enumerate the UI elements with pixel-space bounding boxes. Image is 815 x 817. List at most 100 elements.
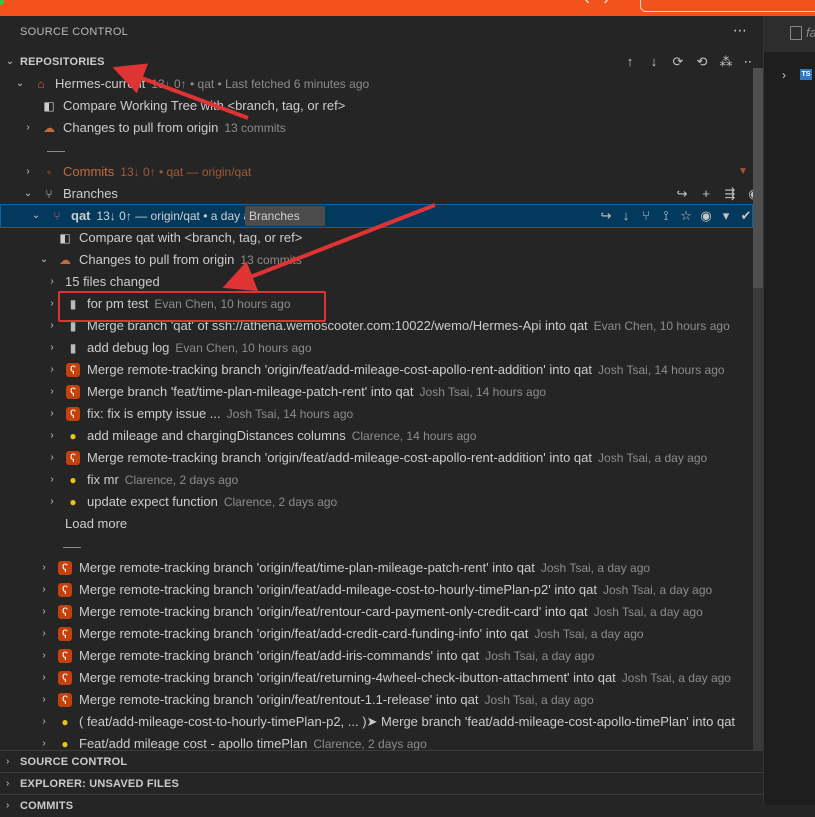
- section-label: SOURCE CONTROL: [20, 756, 128, 768]
- scrollbar[interactable]: [753, 68, 763, 768]
- chevron-down-icon: ⌄: [15, 78, 25, 89]
- commit-meta: Clarence, 2 days ago: [223, 495, 338, 509]
- switch-icon[interactable]: ↪: [598, 205, 614, 227]
- window-control-dot[interactable]: [0, 0, 4, 5]
- check-icon[interactable]: ✔: [738, 205, 752, 227]
- commit-row[interactable]: › ʕ Merge remote-tracking branch 'origin/f…: [0, 601, 753, 623]
- compare-working-tree[interactable]: ◧ Compare Working Tree with <branch, tag…: [0, 95, 753, 117]
- commit-row[interactable]: › ʕ Merge remote-tracking branch 'origin/f…: [0, 645, 753, 667]
- repo-icon: ⌂: [37, 77, 45, 91]
- user-avatar-icon: ʕ: [58, 605, 72, 619]
- chevron-right-icon: ›: [50, 386, 54, 397]
- user-avatar-icon: ʕ: [58, 627, 72, 641]
- pull-icon[interactable]: ↓: [646, 51, 662, 73]
- changes-label: Changes to pull from origin: [63, 120, 219, 135]
- commit-row[interactable]: › ʕ Merge remote-tracking branch 'origin/f…: [0, 579, 753, 601]
- branches-row[interactable]: ⌄ ⑂ Branches ↪ + ⇶ ◉: [0, 183, 753, 205]
- more-icon[interactable]: ⋯: [742, 51, 754, 73]
- globe-icon[interactable]: ◉: [746, 183, 753, 205]
- commit-row[interactable]: › ● fix mr Clarence, 2 days ago: [0, 469, 753, 491]
- commit-meta: Evan Chen, 10 hours ago: [175, 341, 312, 355]
- commit-meta: Josh Tsai, 14 hours ago: [226, 407, 354, 421]
- repo-row[interactable]: ⌄ ⌂ Hermes-current 13↓ 0↑ • qat • Last fe…: [0, 73, 753, 95]
- compare-label: Compare Working Tree with <branch, tag, …: [63, 98, 346, 113]
- nav-arrows[interactable]: ‹›: [585, 0, 622, 7]
- changes-meta: 13 commits: [224, 121, 286, 135]
- star-icon[interactable]: ☆: [678, 205, 694, 227]
- fetch-icon[interactable]: ↓: [618, 205, 634, 227]
- commit-meta: Clarence, 14 hours ago: [351, 429, 477, 443]
- commit-row[interactable]: › ʕ Merge remote-tracking branch 'origin/f…: [0, 667, 753, 689]
- branches-label: Branches: [63, 186, 118, 201]
- chevron-right-icon: ›: [42, 716, 46, 727]
- cloud-download-icon: ☁: [59, 253, 71, 267]
- view-as-tree-icon[interactable]: ⇶: [722, 183, 738, 205]
- tab-label: fa: [806, 25, 815, 40]
- branch-icon: ⑂: [45, 187, 53, 201]
- switch-branch-icon[interactable]: ↪: [674, 183, 690, 205]
- refresh-icon[interactable]: ⟲: [694, 51, 710, 73]
- chevron-right-icon: ›: [50, 298, 54, 309]
- commit-row[interactable]: › ● add mileage and chargingDistances colu…: [0, 425, 753, 447]
- annotation-highlight-box: [58, 291, 326, 322]
- user-avatar-icon: ●: [69, 429, 77, 443]
- repo-meta: 13↓ 0↑ • qat • Last fetched 6 minutes ag…: [151, 77, 370, 91]
- add-branch-icon[interactable]: +: [698, 183, 714, 205]
- more-actions-icon[interactable]: ⋯: [733, 22, 747, 39]
- section-label: COMMITS: [20, 800, 74, 812]
- changes-label: Changes to pull from origin: [79, 252, 235, 267]
- chevron-right-icon[interactable]: ›: [782, 68, 786, 82]
- commit-row[interactable]: › ʕ Merge remote-tracking branch 'origin/f…: [0, 359, 753, 381]
- commit-meta: Josh Tsai, 14 hours ago: [419, 385, 547, 399]
- chevron-right-icon: ›: [50, 474, 54, 485]
- push-icon[interactable]: ↑: [622, 51, 638, 73]
- commit-message: Merge remote-tracking branch 'origin/fea…: [79, 692, 479, 707]
- commit-message: Feat/add mileage cost - apollo timePlan: [79, 736, 308, 751]
- commit-row[interactable]: › ● ( feat/add-mileage-cost-to-hourly-time…: [0, 711, 753, 733]
- chevron-right-icon: ›: [42, 628, 46, 639]
- commit-message: Merge remote-tracking branch 'origin/fea…: [87, 362, 593, 377]
- commit-row[interactable]: › ʕ Merge remote-tracking branch 'origin/f…: [0, 557, 753, 579]
- commit-meta: Josh Tsai, a day ago: [621, 671, 731, 685]
- compare-icon: ◧: [59, 231, 71, 245]
- files-changed-row[interactable]: › 15 files changed: [0, 271, 753, 293]
- changes-to-pull[interactable]: › ☁ Changes to pull from origin 13 commit…: [0, 117, 753, 139]
- commit-message: ( feat/add-mileage-cost-to-hourly-timePl…: [79, 714, 736, 729]
- branch-qat-row[interactable]: ⌄ ⑂ qat 13↓ 0↑ — origin/qat • a day ago ↪…: [0, 204, 753, 228]
- globe-icon[interactable]: ◉: [698, 205, 714, 227]
- compare-icon: ◧: [43, 99, 55, 113]
- changes-meta: 13 commits: [240, 253, 302, 267]
- commit-row[interactable]: › ▮ add debug log Evan Chen, 10 hours ago: [0, 337, 753, 359]
- commits-row[interactable]: › ◦ Commits 13↓ 0↑ • qat — origin/qat ▼: [0, 161, 753, 183]
- commit-meta: Josh Tsai, a day ago: [602, 583, 713, 597]
- editor-tab[interactable]: fa: [764, 16, 815, 52]
- commit-row[interactable]: › ʕ Merge remote-tracking branch 'origin/f…: [0, 689, 753, 711]
- commit-meta: Josh Tsai, a day ago: [593, 605, 703, 619]
- chevron-right-icon: ›: [42, 562, 46, 573]
- collapse-all-icon[interactable]: ⁂: [718, 51, 734, 73]
- load-more[interactable]: Load more: [0, 513, 753, 535]
- merge-icon[interactable]: ⑂: [638, 205, 654, 227]
- chevron-down-icon: ⌄: [31, 210, 41, 221]
- commit-row[interactable]: › ʕ fix: fix is empty issue ... Josh Tsai, …: [0, 403, 753, 425]
- command-center-search[interactable]: [640, 0, 815, 12]
- repositories-header[interactable]: ⌄ REPOSITORIES ↑ ↓ ⟳ ⟲ ⁂ ⋯: [0, 51, 753, 73]
- qat-changes-to-pull[interactable]: ⌄ ☁ Changes to pull from origin 13 commit…: [0, 249, 753, 271]
- explorer-unsaved-section[interactable]: › EXPLORER: UNSAVED FILES: [0, 772, 763, 795]
- title-bar: ‹›: [0, 0, 815, 16]
- commits-section[interactable]: › COMMITS: [0, 794, 763, 817]
- dropdown-icon[interactable]: ▾: [718, 205, 734, 227]
- panel-title: SOURCE CONTROL: [20, 26, 129, 38]
- commit-row[interactable]: › ● update expect function Clarence, 2 days…: [0, 491, 753, 513]
- chevron-right-icon: ›: [26, 166, 30, 177]
- commit-row[interactable]: › ʕ Merge remote-tracking branch 'origin/f…: [0, 447, 753, 469]
- sync-icon[interactable]: ⟳: [670, 51, 686, 73]
- compare-qat[interactable]: ◧ Compare qat with <branch, tag, or ref>: [0, 227, 753, 249]
- user-avatar-icon: ʕ: [58, 671, 72, 685]
- commit-message: add debug log: [87, 340, 170, 355]
- scrollbar-thumb[interactable]: [753, 68, 763, 288]
- commit-row[interactable]: › ʕ Merge remote-tracking branch 'origin/f…: [0, 623, 753, 645]
- compare-icon[interactable]: ⟟: [658, 205, 674, 227]
- source-control-section[interactable]: › SOURCE CONTROL: [0, 750, 763, 773]
- commit-row[interactable]: › ʕ Merge branch 'feat/time-plan-mileage-p…: [0, 381, 753, 403]
